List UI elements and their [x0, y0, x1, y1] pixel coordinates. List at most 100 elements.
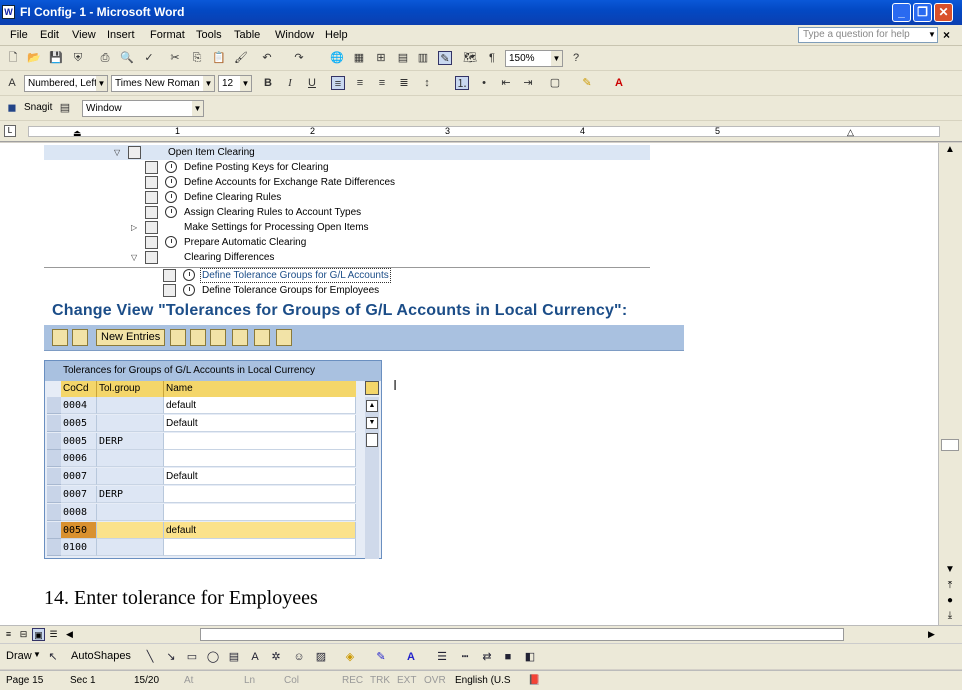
tree-row[interactable]: Assign Clearing Rules to Account Types: [44, 205, 650, 220]
cell-cocd[interactable]: 0005: [61, 432, 97, 450]
web-layout-icon[interactable]: ⊟: [17, 628, 30, 641]
close-document-icon[interactable]: ×: [943, 28, 950, 42]
status-ext[interactable]: EXT: [397, 675, 416, 686]
diagram-icon[interactable]: ✲: [269, 650, 283, 664]
oval-icon[interactable]: ◯: [206, 650, 220, 664]
menu-view[interactable]: View: [72, 29, 96, 41]
snagit-icon[interactable]: ◼: [5, 101, 19, 115]
line-color-icon[interactable]: ✎: [374, 650, 388, 664]
align-left-icon[interactable]: ≡: [331, 76, 345, 90]
cell-name[interactable]: [164, 503, 356, 521]
drawing-icon[interactable]: ✎: [438, 51, 452, 65]
align-right-icon[interactable]: ≡: [375, 76, 389, 90]
spelling-icon[interactable]: ✓: [142, 51, 156, 65]
tree-row[interactable]: ▷ Make Settings for Processing Open Item…: [44, 220, 650, 235]
tab-stop-selector[interactable]: L: [4, 125, 16, 137]
status-ovr[interactable]: OVR: [424, 675, 446, 686]
arrow-icon[interactable]: ↘: [164, 650, 178, 664]
horizontal-scroll-thumb[interactable]: [200, 628, 844, 641]
table-settings-icon[interactable]: [365, 381, 379, 395]
copy-icon[interactable]: ⎘: [190, 51, 204, 65]
vertical-scrollbar[interactable]: ▲ ▼ ⤒ ● ⤓: [938, 143, 962, 625]
text-box-icon[interactable]: ▤: [227, 650, 241, 664]
menu-table[interactable]: Table: [234, 29, 260, 41]
row-selector[interactable]: [47, 432, 61, 450]
format-painter-icon[interactable]: 🖌: [234, 51, 248, 65]
table-row[interactable]: 0007 DERP: [61, 486, 356, 504]
row-selector[interactable]: [47, 539, 61, 557]
cell-cocd[interactable]: 0008: [61, 503, 97, 521]
tree-row[interactable]: Define Posting Keys for Clearing: [44, 160, 650, 175]
bold-icon[interactable]: B: [261, 76, 275, 90]
select-block-icon[interactable]: [254, 329, 270, 346]
status-rec[interactable]: REC: [342, 675, 363, 686]
print-layout-icon[interactable]: ▣: [32, 628, 45, 641]
scroll-up-icon[interactable]: ▲: [366, 400, 378, 412]
delete-icon[interactable]: [190, 329, 206, 346]
right-indent-marker-icon[interactable]: △: [847, 127, 854, 138]
tree-row[interactable]: Prepare Automatic Clearing: [44, 235, 650, 250]
shadow-style-icon[interactable]: ■: [501, 650, 515, 664]
help-search-input[interactable]: Type a question for help ▼: [798, 27, 938, 43]
cell-cocd[interactable]: 0005: [61, 414, 97, 432]
insert-excel-icon[interactable]: ▤: [396, 51, 410, 65]
cell-name[interactable]: Default: [164, 468, 356, 486]
minimize-button[interactable]: _: [892, 3, 911, 22]
indent-marker-icon[interactable]: ⏏: [73, 128, 82, 139]
previous-page-icon[interactable]: ⤒: [941, 579, 959, 593]
row-selector[interactable]: [47, 521, 61, 539]
deselect-all-icon[interactable]: [276, 329, 292, 346]
cell-cocd[interactable]: 0100: [61, 539, 97, 557]
autoshapes-menu[interactable]: AutoShapes: [71, 650, 131, 662]
cell-tol-group[interactable]: [97, 414, 164, 432]
insert-table-icon[interactable]: ⊞: [374, 51, 388, 65]
maximize-button[interactable]: ❐: [913, 3, 932, 22]
cell-tol-group[interactable]: [97, 468, 164, 486]
table-row[interactable]: 0007 Default: [61, 468, 356, 486]
scroll-thumb[interactable]: [366, 433, 378, 447]
hyperlink-icon[interactable]: 🌐: [330, 51, 344, 65]
cell-name[interactable]: default: [164, 521, 356, 539]
normal-view-icon[interactable]: ≡: [2, 628, 15, 641]
rectangle-icon[interactable]: ▭: [185, 650, 199, 664]
chevron-down-icon[interactable]: ▼: [551, 51, 562, 66]
table-row[interactable]: 0005 Default: [61, 414, 356, 433]
wordart-icon[interactable]: A: [248, 650, 262, 664]
display-change-icon[interactable]: [52, 329, 68, 346]
cell-name[interactable]: [164, 486, 356, 503]
zoom-select[interactable]: 150% ▼: [505, 50, 563, 67]
row-selector[interactable]: [47, 397, 61, 414]
chevron-down-icon[interactable]: ▼: [203, 76, 214, 91]
increase-indent-icon[interactable]: ⇥: [521, 76, 535, 90]
cell-tol-group[interactable]: DERP: [97, 432, 164, 450]
cell-tol-group[interactable]: [97, 397, 164, 414]
chevron-down-icon[interactable]: ▼: [240, 76, 251, 91]
spelling-status-icon[interactable]: 📕: [528, 675, 540, 686]
cell-cocd[interactable]: 0004: [61, 397, 97, 414]
word-app-icon[interactable]: W: [2, 5, 15, 19]
col-header-tol-group[interactable]: Tol.group: [97, 381, 164, 397]
draw-menu[interactable]: Draw: [6, 650, 32, 662]
scroll-left-icon[interactable]: ◀: [63, 628, 76, 641]
font-select[interactable]: Times New Roman ▼: [111, 75, 215, 92]
cell-cocd[interactable]: 0007: [61, 468, 97, 486]
cell-tol-group[interactable]: [97, 450, 164, 468]
dash-style-icon[interactable]: ┅: [458, 650, 472, 664]
save-icon[interactable]: 💾: [49, 51, 63, 65]
tables-borders-icon[interactable]: ▦: [352, 51, 366, 65]
menu-file[interactable]: File: [10, 29, 28, 41]
cell-tol-group[interactable]: DERP: [97, 486, 164, 503]
collapse-icon[interactable]: ▽: [131, 250, 137, 265]
copy-as-icon[interactable]: [170, 329, 186, 346]
table-row[interactable]: 0004 default: [61, 397, 356, 415]
highlight-icon[interactable]: ✎: [580, 76, 594, 90]
cell-cocd[interactable]: 0006: [61, 450, 97, 468]
cell-tol-group[interactable]: [97, 521, 164, 539]
tree-row[interactable]: Define Accounts for Exchange Rate Differ…: [44, 175, 650, 190]
line-spacing-icon[interactable]: ↕: [420, 76, 434, 90]
decrease-indent-icon[interactable]: ⇤: [499, 76, 513, 90]
scroll-up-icon[interactable]: ▲: [941, 143, 959, 157]
status-language[interactable]: English (U.S: [455, 675, 511, 686]
numbering-icon[interactable]: ⒈: [455, 76, 469, 90]
table-row[interactable]: 0050 default: [61, 521, 356, 540]
